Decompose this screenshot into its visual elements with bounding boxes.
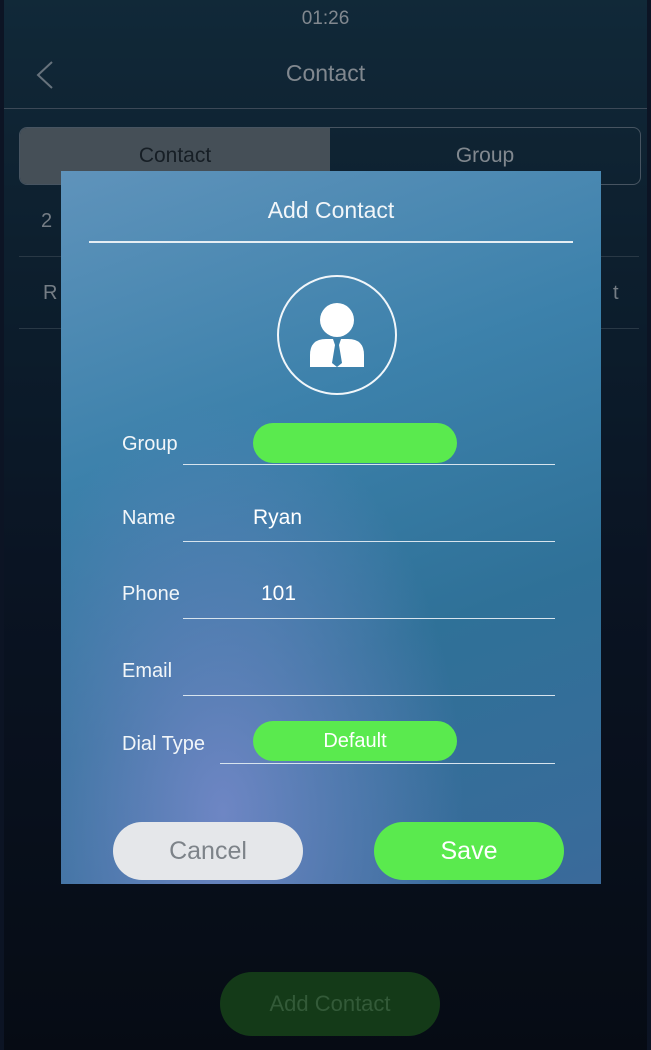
- phone-underline: [183, 618, 555, 619]
- user-avatar-icon: [310, 303, 364, 367]
- phone-field[interactable]: 101: [261, 582, 296, 606]
- name-field[interactable]: Ryan: [253, 506, 302, 530]
- add-contact-dialog: Add Contact Group Name Ryan Phone 101 Em…: [61, 171, 601, 884]
- avatar[interactable]: [277, 275, 397, 395]
- name-label: Name: [122, 507, 176, 529]
- phone-label: Phone: [122, 583, 180, 605]
- cancel-button[interactable]: Cancel: [113, 822, 303, 880]
- email-field[interactable]: [253, 659, 553, 685]
- group-select[interactable]: [253, 423, 457, 463]
- group-label: Group: [122, 433, 178, 455]
- dial-type-select[interactable]: Default: [253, 721, 457, 761]
- dialog-divider: [89, 241, 573, 243]
- group-underline: [183, 464, 555, 465]
- email-label: Email: [122, 660, 173, 682]
- save-button[interactable]: Save: [374, 822, 564, 880]
- dialog-title: Add Contact: [267, 197, 395, 223]
- dial-type-label: Dial Type: [122, 733, 206, 755]
- email-underline: [183, 695, 555, 696]
- dial-type-underline: [220, 763, 555, 764]
- name-underline: [183, 541, 555, 542]
